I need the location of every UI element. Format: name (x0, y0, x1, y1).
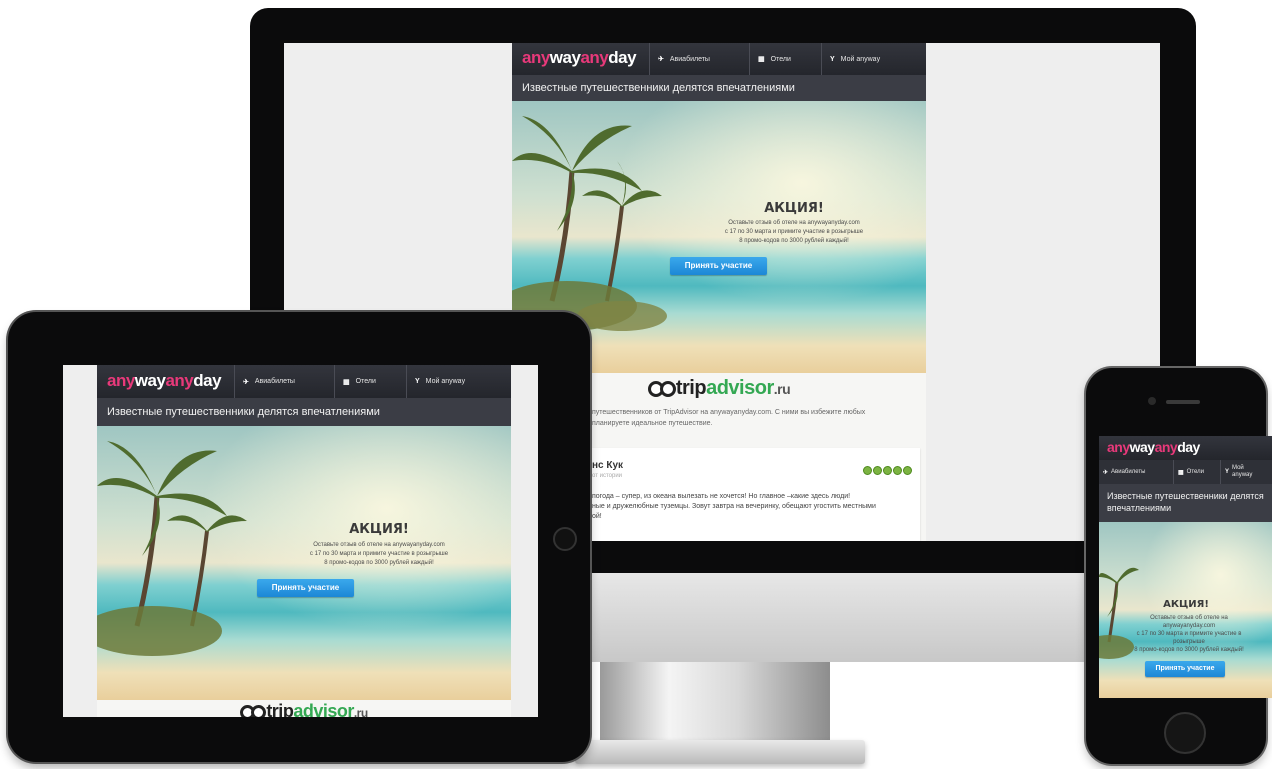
review-line-2: ные и дружелюбные туземцы. Зовут завтра … (592, 503, 876, 510)
promo-title: АКЦИЯ! (349, 522, 409, 537)
rating-dot (903, 466, 912, 475)
trophy-icon: Y (830, 55, 835, 63)
trophy-icon: Y (1225, 469, 1230, 475)
building-icon: ▦ (343, 378, 350, 386)
plane-icon: ✈ (1103, 469, 1109, 476)
review-author: нс Кук (592, 460, 624, 471)
imac-stand-neck (600, 655, 830, 750)
iphone-topbar: anywayanyday (1099, 436, 1272, 460)
promo-line-2: с 17 по 30 марта и примите участие в роз… (724, 229, 864, 235)
imac-topbar: anywayanyday ✈ Авиабилеты ▦ Отели Y Мой any… (512, 43, 926, 75)
promo-line-3: 8 промо-кодов по 3000 рублей каждый! (324, 560, 434, 566)
imac-stand-base (575, 740, 865, 764)
promo-line-3: 8 промо-кодов по 3000 рублей каждый! (739, 238, 849, 244)
nav-hotels[interactable]: ▦ Отели (334, 365, 403, 398)
promo-line-1: Оставьте отзыв об отеле на (1150, 615, 1228, 621)
palm-tree-image (1099, 567, 1139, 659)
nav-flights[interactable]: ✈ Авиабилеты (1099, 460, 1175, 484)
tripadvisor-logo: tripadvisor.ru (97, 701, 511, 717)
ipad-screen: anywayanyday ✈ Авиабилеты ▦ Отели Y Мой any… (63, 365, 538, 717)
iphone-speaker (1166, 400, 1200, 404)
promo-title: АКЦИЯ! (764, 201, 824, 216)
participate-button[interactable]: Принять участие (670, 257, 767, 275)
promo-line-5: 8 промо-кодов по 3000 рублей каждый! (1134, 647, 1244, 653)
promo-line-4: розыгрыше (1173, 639, 1205, 645)
review-line-3: ой! (592, 513, 602, 520)
plane-icon: ✈ (243, 378, 249, 386)
review-subtitle: от истории (592, 473, 623, 479)
building-icon: ▦ (758, 56, 765, 63)
promo-line-1: Оставьте отзыв об отеле на anywayanyday.… (313, 542, 445, 548)
promo-hero: АКЦИЯ! Оставьте отзыв об отеле на anyway… (97, 426, 511, 700)
participate-button[interactable]: Принять участие (257, 579, 354, 597)
ipad-topbar: anywayanyday ✈ Авиабилеты ▦ Отели Y Мой any… (97, 365, 511, 398)
ipad-site: anywayanyday ✈ Авиабилеты ▦ Отели Y Мой any… (97, 365, 511, 717)
page-headline: Известные путешественники делятся впечат… (512, 75, 926, 101)
promo-line-1: Оставьте отзыв об отеле на anywayanyday.… (728, 220, 860, 226)
participate-button[interactable]: Принять участие (1145, 661, 1225, 677)
promo-title: АКЦИЯ! (1163, 599, 1209, 610)
brand-logo[interactable]: anywayanyday (107, 371, 222, 391)
brand-logo[interactable]: anywayanyday (1107, 439, 1200, 455)
nav-account[interactable]: Y Мой anyway (1220, 460, 1272, 484)
nav-hotels[interactable]: ▦ Отели (1173, 460, 1222, 484)
plane-icon: ✈ (658, 56, 664, 63)
promo-hero: АКЦИЯ! Оставьте отзыв об отеле на anyway… (1099, 522, 1272, 698)
promo-line-3: с 17 по 30 марта и примите участие в (1136, 631, 1242, 637)
nav-flights[interactable]: ✈ Авиабилеты (234, 365, 338, 398)
review-card: нс Кук от истории погода – супер, из оке… (592, 448, 920, 541)
nav-account[interactable]: Y Мой anyway (821, 43, 926, 75)
review-line-1: погода – супер, из океана вылезать не хо… (592, 493, 851, 500)
iphone-camera (1148, 397, 1156, 405)
intro-line-2: планируете идеальное путешествие. (592, 420, 713, 427)
promo-line-2: anywayanyday.com (1162, 623, 1216, 629)
nav-hotels[interactable]: ▦ Отели (749, 43, 818, 75)
promo-line-2: с 17 по 30 марта и примите участие в роз… (309, 551, 449, 557)
iphone-screen: anywayanyday ✈ Авиабилеты ▦ Отели Y Мой any… (1099, 436, 1272, 698)
iphone-home-button[interactable] (1164, 712, 1206, 754)
nav-account[interactable]: Y Мой anyway (406, 365, 511, 398)
palm-tree-image (97, 441, 247, 656)
rating-dot (863, 466, 872, 475)
ipad-home-button[interactable] (553, 527, 577, 551)
brand-logo[interactable]: anywayanyday (522, 48, 637, 68)
rating-stars (862, 462, 912, 480)
nav-flights[interactable]: ✈ Авиабилеты (649, 43, 753, 75)
building-icon: ▦ (1178, 469, 1184, 476)
intro-line-1: путешественников от TripAdvisor на anywa… (592, 409, 866, 416)
trophy-icon: Y (415, 378, 420, 385)
rating-dot (873, 466, 882, 475)
rating-dot (893, 466, 902, 475)
iphone-nav: ✈ Авиабилеты ▦ Отели Y Мой anyway (1099, 460, 1272, 484)
page-headline: Известные путешественники делятся впечат… (97, 398, 511, 426)
rating-dot (883, 466, 892, 475)
